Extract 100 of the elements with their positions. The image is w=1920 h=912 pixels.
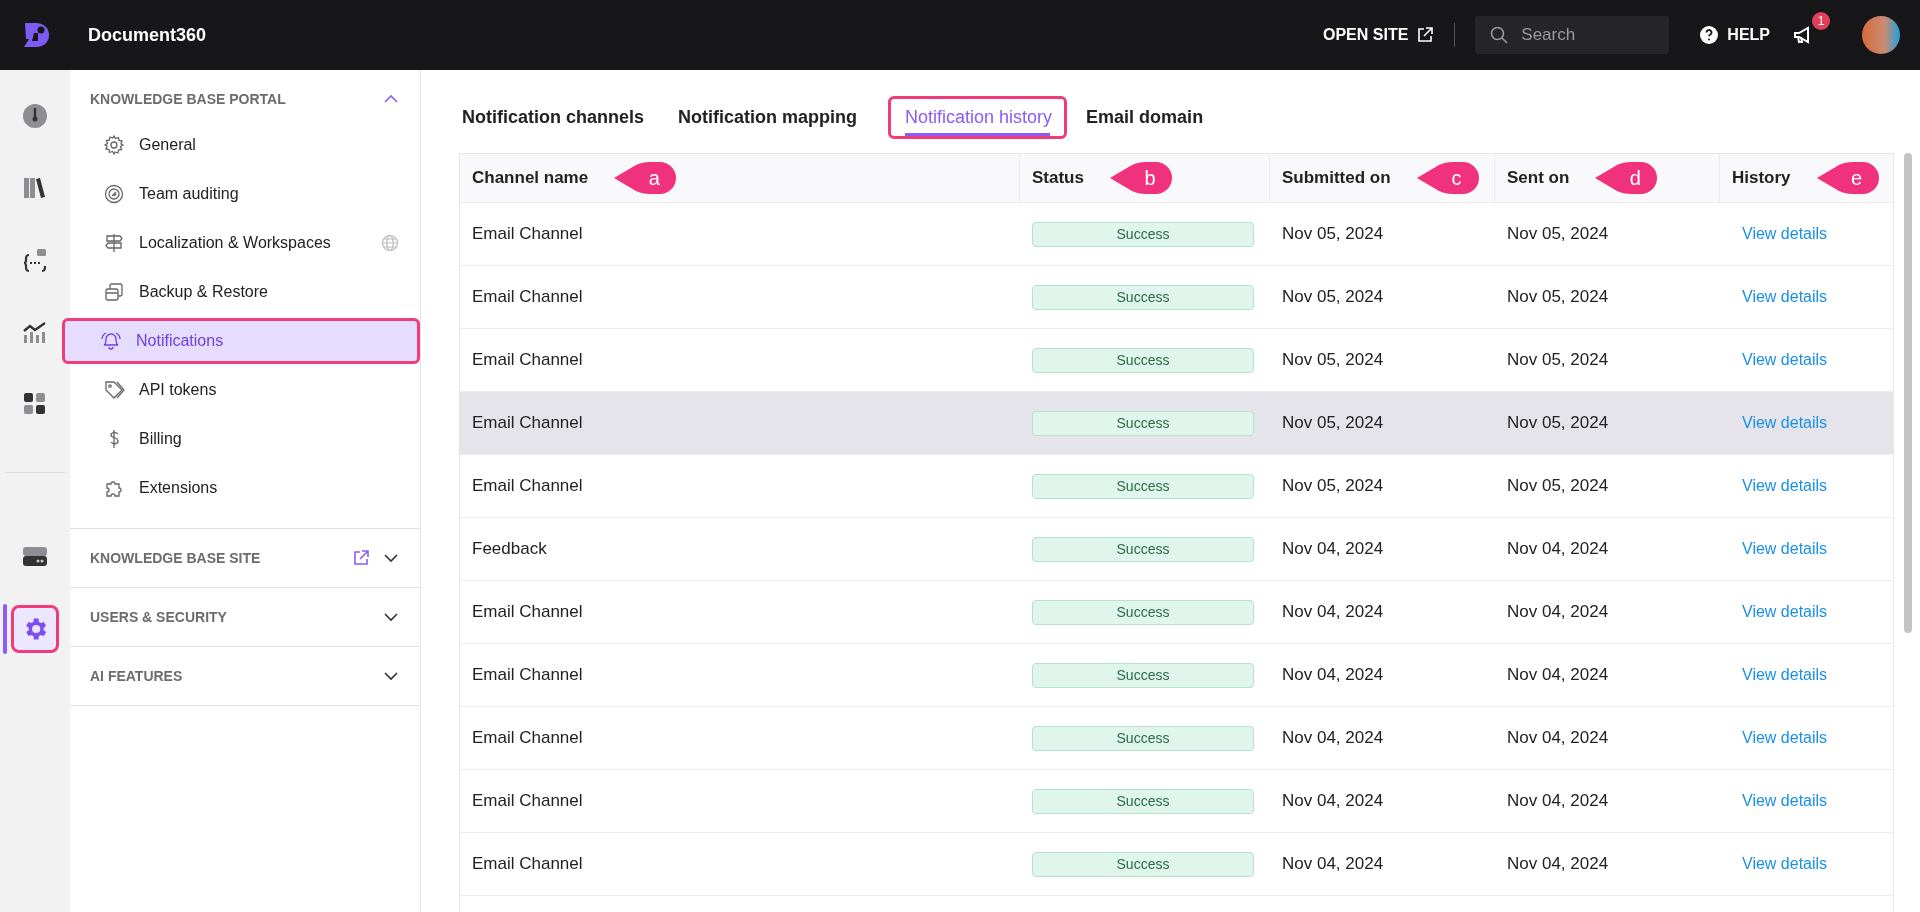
table-cell-text: Nov 04, 2024 xyxy=(1506,853,1610,875)
table-row[interactable]: Email Channel Success Nov 04, 2024 Nov 04, 2024 View details xyxy=(460,581,1893,644)
status-badge: Success xyxy=(1032,473,1254,499)
table-row[interactable]: Email Channel Success Nov 05, 2024 Nov 05, 2024 View details xyxy=(460,392,1893,455)
view-details-link[interactable]: View details xyxy=(1742,351,1828,369)
table-cell-text: Email Channel xyxy=(471,286,584,308)
sidebar-item[interactable]: General xyxy=(70,122,420,168)
workspace-name: Document360 xyxy=(88,24,207,46)
sidebar-item[interactable]: Backup & Restore xyxy=(70,269,420,315)
drive-icon xyxy=(21,545,49,569)
table-cell-text: Email Channel xyxy=(471,853,584,875)
table-cell-text: Email Channel xyxy=(471,601,584,623)
status-badge: Success xyxy=(1032,725,1254,751)
table-row[interactable]: Email Channel Success Nov 04, 2024 Nov 04, 2024 View details xyxy=(460,770,1893,833)
question-icon xyxy=(1699,25,1720,45)
column-title: History xyxy=(1732,168,1791,188)
sidebar-item[interactable]: Extensions xyxy=(70,465,420,511)
table-row[interactable]: Feedback Success Nov 04, 2024 Nov 04, 2024 View details xyxy=(460,518,1893,581)
table-row[interactable]: Email Channel Success Nov 05, 2024 Nov 05, 2024 View details xyxy=(460,203,1893,266)
table-cell-text: Nov 04, 2024 xyxy=(1506,601,1610,623)
status-badge: Success xyxy=(1032,221,1254,247)
tab[interactable]: Email domain xyxy=(1083,95,1219,139)
table-cell-text: Nov 05, 2024 xyxy=(1506,286,1610,308)
column-title: Submitted on xyxy=(1282,168,1391,188)
section-heading[interactable]: KNOWLEDGE BASE PORTAL xyxy=(90,91,370,107)
callout-marker: d xyxy=(1595,161,1660,195)
column-title: Status xyxy=(1032,168,1084,188)
table-cell-text: Nov 04, 2024 xyxy=(1281,601,1385,623)
status-badge: Success xyxy=(1032,347,1254,373)
external-link-icon[interactable] xyxy=(352,549,370,567)
apps-grid-icon xyxy=(22,391,48,417)
status-badge: Success xyxy=(1032,599,1254,625)
table-cell-text: Nov 04, 2024 xyxy=(1281,664,1385,686)
table-row[interactable]: Email Channel Success Nov 05, 2024 Nov 05, 2024 View details xyxy=(460,266,1893,329)
table-row[interactable]: Email Channel Success Nov 05, 2024 Nov 05, 2024 View details xyxy=(460,455,1893,518)
view-details-link[interactable]: View details xyxy=(1742,792,1828,810)
table-cell-text: Nov 04, 2024 xyxy=(1281,538,1385,560)
table-cell-text: Email Channel xyxy=(471,223,584,245)
table-cell-text: Nov 04, 2024 xyxy=(1506,790,1610,812)
table-cell-text: Email Channel xyxy=(471,475,584,497)
globe-icon xyxy=(381,234,399,252)
table-row[interactable]: Email Channel Success Nov 04, 2024 Nov 04, 2024 View details xyxy=(460,644,1893,707)
callout-marker: e xyxy=(1816,161,1881,195)
table-cell-text: Nov 04, 2024 xyxy=(1506,664,1610,686)
backup-icon xyxy=(103,281,125,303)
help-button[interactable]: HELP xyxy=(1699,25,1770,45)
section-heading[interactable]: KNOWLEDGE BASE SITE xyxy=(90,550,340,566)
sidebar-item[interactable]: Localization & Workspaces xyxy=(70,220,420,266)
view-details-link[interactable]: View details xyxy=(1742,729,1828,747)
table-cell-text: Nov 05, 2024 xyxy=(1506,223,1610,245)
notification-count: 1 xyxy=(1812,12,1830,30)
search-field[interactable]: Search xyxy=(1475,16,1670,54)
view-details-link[interactable]: View details xyxy=(1742,540,1828,558)
table-row[interactable]: Email Channel Success Nov 04, 2024 Nov 04, 2024 View details xyxy=(460,707,1893,770)
table-cell-text: Email Channel xyxy=(471,412,584,434)
table-cell-text: Feedback xyxy=(471,538,548,560)
tab[interactable]: Notification mapping xyxy=(675,95,873,139)
user-avatar[interactable] xyxy=(1862,16,1900,54)
sidebar-item[interactable]: Billing xyxy=(70,416,420,462)
table-cell-text: Email Channel xyxy=(471,349,584,371)
table-cell-text: Nov 05, 2024 xyxy=(1506,475,1610,497)
view-details-link[interactable]: View details xyxy=(1742,666,1828,684)
view-details-link[interactable]: View details xyxy=(1742,288,1828,306)
table-cell-text: Nov 05, 2024 xyxy=(1281,349,1385,371)
view-details-link[interactable]: View details xyxy=(1742,477,1828,495)
callout-marker: b xyxy=(1109,161,1174,195)
table-cell-text: Nov 05, 2024 xyxy=(1506,349,1610,371)
open-site-link[interactable]: OPEN SITE xyxy=(1322,26,1435,44)
tab[interactable]: Notification history xyxy=(888,95,1068,139)
view-details-link[interactable]: View details xyxy=(1742,225,1828,243)
table-cell-text: Nov 05, 2024 xyxy=(1281,286,1385,308)
status-badge: Success xyxy=(1032,851,1254,877)
table-row[interactable]: Email Channel Success Nov 04, 2024 Nov 04, 2024 View details xyxy=(460,833,1893,896)
table-cell-text: Nov 05, 2024 xyxy=(1281,475,1385,497)
view-details-link[interactable]: View details xyxy=(1742,855,1828,873)
signpost-icon xyxy=(103,232,125,254)
table-cell-text: Nov 04, 2024 xyxy=(1506,727,1610,749)
external-link-icon xyxy=(1416,26,1435,44)
status-badge: Success xyxy=(1032,410,1254,436)
section-heading[interactable]: USERS & SECURITY xyxy=(90,609,370,625)
tag-icon xyxy=(103,379,125,401)
sidebar-item[interactable]: Notifications xyxy=(62,318,420,364)
table-cell-text: Email Channel xyxy=(471,664,584,686)
view-details-link[interactable]: View details xyxy=(1742,603,1828,621)
callout-marker: a xyxy=(614,161,679,195)
status-badge: Success xyxy=(1032,284,1254,310)
section-heading[interactable]: AI FEATURES xyxy=(90,668,370,684)
column-title: Sent on xyxy=(1507,168,1570,188)
column-title: Channel name xyxy=(472,168,589,188)
tab[interactable]: Notification channels xyxy=(459,95,660,139)
gear-icon xyxy=(103,134,125,156)
scrollbar-thumb[interactable] xyxy=(1903,153,1912,633)
table-cell-text: Nov 04, 2024 xyxy=(1281,853,1385,875)
table-cell-text: Nov 05, 2024 xyxy=(1506,412,1610,434)
sidebar-item[interactable]: API tokens xyxy=(70,367,420,413)
sidebar-item[interactable]: Team auditing xyxy=(70,171,420,217)
callout-marker: c xyxy=(1416,161,1481,195)
table-cell-text: Nov 04, 2024 xyxy=(1281,790,1385,812)
bell-icon xyxy=(100,330,122,352)
audit-icon xyxy=(103,183,125,205)
